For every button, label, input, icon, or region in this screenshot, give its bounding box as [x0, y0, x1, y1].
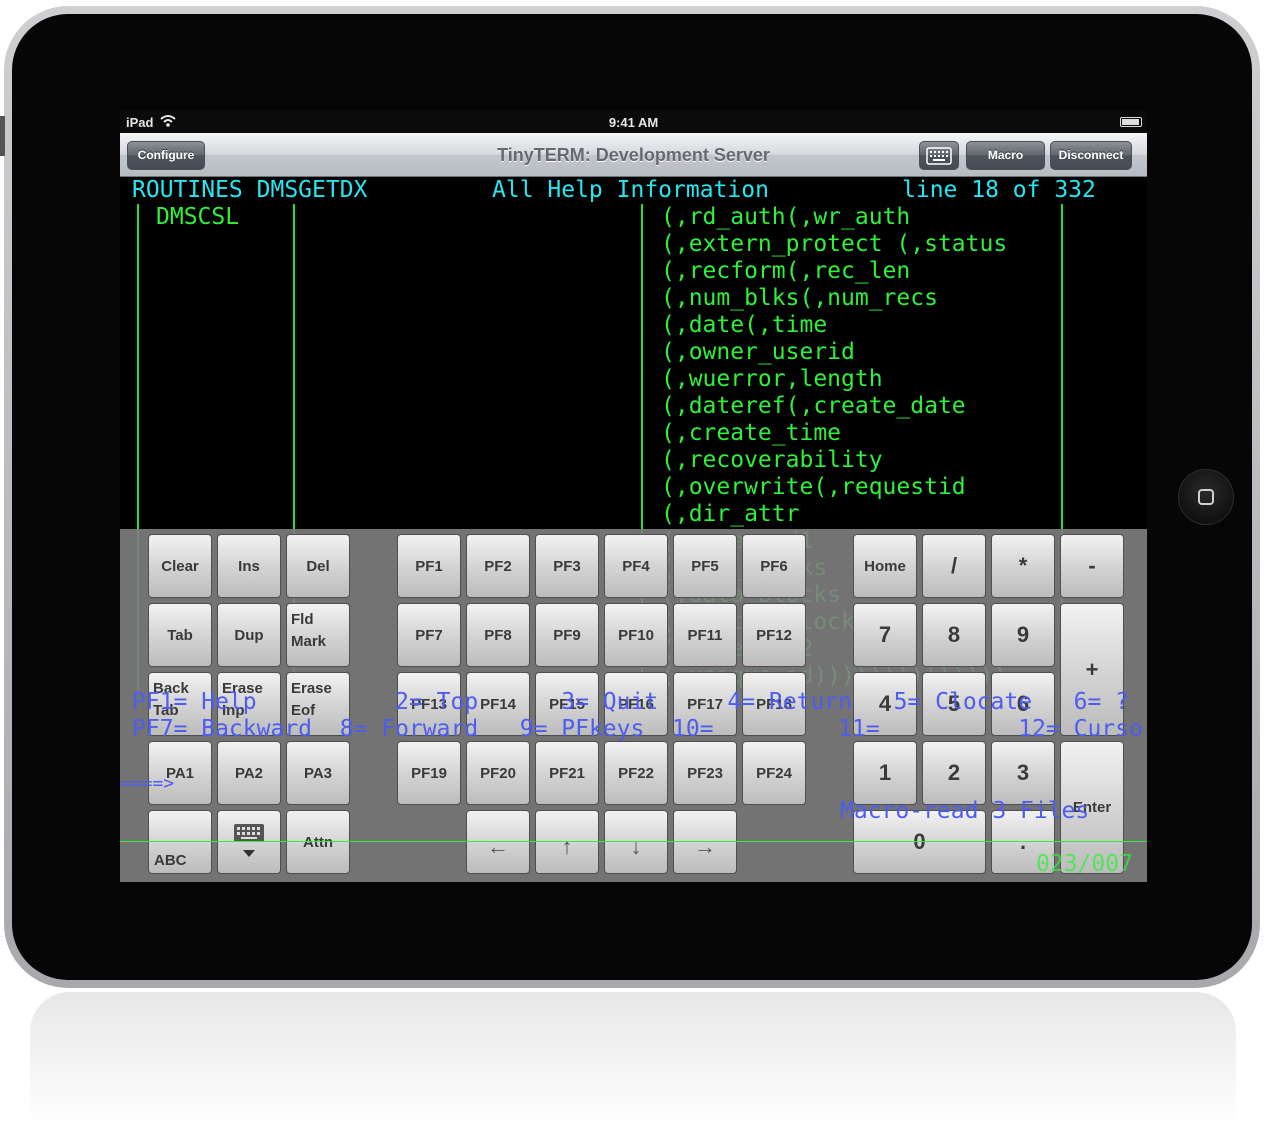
status-time: 9:41 AM	[608, 115, 659, 130]
pf19-key[interactable]: PF19	[397, 741, 461, 805]
six-key[interactable]: 6	[991, 672, 1055, 736]
fld-mark-key[interactable]: Fld Mark	[286, 603, 350, 667]
pa3-key[interactable]: PA3	[286, 741, 350, 805]
abc-key-label: ABC	[154, 852, 187, 869]
dup-key[interactable]: Dup	[217, 603, 281, 667]
configure-button[interactable]: Configure	[127, 141, 205, 170]
home-square-icon	[1198, 489, 1214, 505]
help-line: (,wuerror,length	[661, 366, 883, 392]
help-line: (,recform(,rec_len	[661, 258, 911, 284]
pf17-key[interactable]: PF17	[673, 672, 737, 736]
pf10-key[interactable]: PF10	[604, 603, 668, 667]
help-line: (,dir_attr	[661, 501, 800, 527]
attn-key[interactable]: Attn	[286, 810, 350, 874]
clear-key[interactable]: Clear	[148, 534, 212, 598]
screen: iPad 9:41 AM TinyTERM: Development Serve…	[120, 111, 1147, 882]
pf15-key[interactable]: PF15	[535, 672, 599, 736]
erase-inp-key[interactable]: Erase Inp	[217, 672, 281, 736]
terminal-subheader: DMSCSL	[156, 204, 240, 230]
side-switch	[0, 116, 5, 156]
divide-key[interactable]: /	[922, 534, 986, 598]
nine-key[interactable]: 9	[991, 603, 1055, 667]
three-key[interactable]: 3	[991, 741, 1055, 805]
four-key[interactable]: 4	[853, 672, 917, 736]
device-reflection	[30, 992, 1236, 1126]
pf13-key[interactable]: PF13	[397, 672, 461, 736]
pf5-key[interactable]: PF5	[673, 534, 737, 598]
erase-eof-key[interactable]: Erase Eof	[286, 672, 350, 736]
ins-key[interactable]: Ins	[217, 534, 281, 598]
back-tab-key[interactable]: Back Tab	[148, 672, 212, 736]
help-line: (,rd_auth(,wr_auth	[661, 204, 911, 230]
pf23-key[interactable]: PF23	[673, 741, 737, 805]
pf3-key[interactable]: PF3	[535, 534, 599, 598]
pf20-key[interactable]: PF20	[466, 741, 530, 805]
seven-key[interactable]: 7	[853, 603, 917, 667]
right-arrow-key[interactable]: →	[673, 810, 737, 874]
five-key[interactable]: 5	[922, 672, 986, 736]
multiply-key[interactable]: *	[991, 534, 1055, 598]
left-arrow-key[interactable]: ←	[466, 810, 530, 874]
help-line: (,dateref(,create_date	[661, 393, 966, 419]
help-line: (,create_time	[661, 420, 842, 446]
pa1-key[interactable]: PA1	[148, 741, 212, 805]
pf16-key[interactable]: PF16	[604, 672, 668, 736]
pf6-key[interactable]: PF6	[742, 534, 806, 598]
pf11-key[interactable]: PF11	[673, 603, 737, 667]
pf4-key[interactable]: PF4	[604, 534, 668, 598]
down-arrow-key[interactable]: ↓	[604, 810, 668, 874]
abc-key[interactable]: ABC	[148, 810, 212, 874]
macro-button[interactable]: Macro	[966, 141, 1045, 170]
hide-keyboard-key[interactable]	[217, 810, 281, 874]
decimal-key[interactable]: .	[991, 810, 1055, 874]
pf22-key[interactable]: PF22	[604, 741, 668, 805]
up-arrow-key[interactable]: ↑	[535, 810, 599, 874]
keyboard-icon	[926, 147, 952, 165]
pf2-key[interactable]: PF2	[466, 534, 530, 598]
help-line: (,overwrite(,requestid	[661, 474, 966, 500]
status-bar: iPad 9:41 AM	[120, 111, 1147, 133]
zero-key[interactable]: 0	[853, 810, 986, 874]
pf24-key[interactable]: PF24	[742, 741, 806, 805]
help-line: (,num_blks(,num_recs	[661, 285, 938, 311]
terminal-keypad: Clear Ins Del Tab Dup Fld Mark Back Tab Erase I…	[120, 529, 1147, 882]
terminal-header-title: All Help Information	[492, 177, 769, 203]
pf1-key[interactable]: PF1	[397, 534, 461, 598]
home-key[interactable]: Home	[853, 534, 917, 598]
keyboard-dismiss-icon	[234, 824, 264, 857]
battery-icon	[1120, 117, 1142, 127]
home-button[interactable]	[1178, 469, 1234, 525]
enter-key[interactable]: Enter	[1060, 741, 1124, 874]
help-line: (,date(,time	[661, 312, 828, 338]
pa2-key[interactable]: PA2	[217, 741, 281, 805]
terminal-line-counter: line 18 of 332	[902, 177, 1096, 203]
one-key[interactable]: 1	[853, 741, 917, 805]
help-line: (,recoverability	[661, 447, 883, 473]
help-line: (,extern_protect (,status	[661, 231, 1008, 257]
pf7-key[interactable]: PF7	[397, 603, 461, 667]
nav-bar: TinyTERM: Development Server Configure M…	[120, 133, 1147, 177]
pf8-key[interactable]: PF8	[466, 603, 530, 667]
disconnect-button[interactable]: Disconnect	[1050, 141, 1132, 170]
tab-key[interactable]: Tab	[148, 603, 212, 667]
eight-key[interactable]: 8	[922, 603, 986, 667]
pf12-key[interactable]: PF12	[742, 603, 806, 667]
terminal-header-left: ROUTINES DMSGETDX	[132, 177, 368, 203]
del-key[interactable]: Del	[286, 534, 350, 598]
pf18-key[interactable]: PF18	[742, 672, 806, 736]
two-key[interactable]: 2	[922, 741, 986, 805]
pf14-key[interactable]: PF14	[466, 672, 530, 736]
pf9-key[interactable]: PF9	[535, 603, 599, 667]
help-line: (,owner_userid	[661, 339, 855, 365]
minus-key[interactable]: -	[1060, 534, 1124, 598]
pf21-key[interactable]: PF21	[535, 741, 599, 805]
keyboard-toggle-button[interactable]	[919, 141, 959, 170]
plus-key[interactable]: +	[1060, 603, 1124, 736]
